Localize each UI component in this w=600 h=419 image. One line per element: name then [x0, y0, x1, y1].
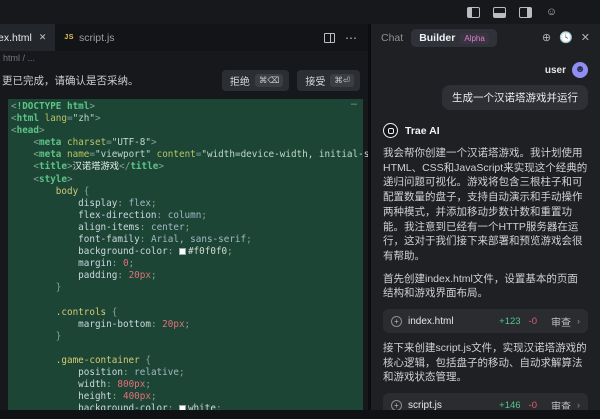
expand-file-icon[interactable]: + [391, 316, 402, 327]
deletions-count: -0 [529, 316, 537, 327]
tab-script-js[interactable]: JS script.js [55, 24, 123, 51]
tab-label: ex.html [0, 32, 32, 44]
tab-label: script.js [79, 32, 115, 44]
user-message-header: user ☻ [383, 62, 588, 78]
ai-chat-panel: Chat Builder Alpha ⊕ 🕓 ✕ user ☻ 生成一个汉诺塔游… [371, 24, 600, 410]
javascript-file-icon: JS [64, 34, 74, 41]
account-icon[interactable]: ☺ [545, 6, 558, 19]
diff-review-bar: 更已完成，请确认是否采纳。 拒绝 ⌘⌫ 接受 ⌘⏎ [0, 66, 368, 95]
alpha-badge: Alpha [460, 33, 488, 44]
file-name: script.js [408, 400, 493, 410]
bottom-strip [0, 410, 600, 419]
app-window: ☺ ex.html ✕ JS script.js ⋯ html / ... [0, 0, 600, 419]
assistant-header: Trae AI [383, 123, 588, 138]
file-card-index-html[interactable]: + index.html +123 -0 审查 › [383, 309, 588, 333]
collapse-diff-icon[interactable]: – [351, 98, 357, 110]
breadcrumb[interactable]: html / ... [0, 51, 368, 66]
chat-header: Chat Builder Alpha ⊕ 🕓 ✕ [371, 24, 600, 52]
diff-review-message: 更已完成，请确认是否采纳。 [2, 73, 139, 88]
tab-builder[interactable]: Builder Alpha [411, 29, 497, 47]
new-chat-icon[interactable]: ⊕ [542, 33, 551, 44]
accept-button[interactable]: 接受 ⌘⏎ [297, 70, 360, 91]
split-editor-icon[interactable] [324, 33, 335, 43]
expand-file-icon[interactable]: + [391, 400, 402, 410]
editor-tabbar: ex.html ✕ JS script.js ⋯ [0, 24, 368, 51]
user-avatar: ☻ [572, 62, 588, 78]
additions-count: +123 [499, 316, 520, 327]
reject-button[interactable]: 拒绝 ⌘⌫ [222, 70, 290, 91]
assistant-name: Trae AI [405, 125, 440, 137]
history-icon[interactable]: 🕓 [559, 33, 573, 44]
trae-ai-logo-icon [383, 123, 398, 138]
code-editor[interactable]: – <!DOCTYPE html><html lang="zh"><head> … [0, 95, 368, 410]
user-message-bubble: 生成一个汉诺塔游戏并运行 [442, 85, 588, 110]
close-tab-icon[interactable]: ✕ [39, 32, 47, 43]
toggle-bottom-panel-icon[interactable] [493, 7, 506, 18]
file-name: index.html [408, 316, 493, 327]
window-topbar: ☺ [0, 0, 600, 24]
additions-count: +146 [499, 400, 520, 410]
toggle-right-panel-icon[interactable] [519, 7, 532, 18]
toggle-left-panel-icon[interactable] [467, 7, 480, 18]
assistant-paragraph: 接下来创建script.js文件，实现汉诺塔游戏的核心逻辑，包括盘子的移动、自动… [383, 341, 588, 385]
tab-chat[interactable]: Chat [381, 32, 403, 44]
chevron-right-icon: › [577, 400, 580, 410]
review-link[interactable]: 审查 [551, 398, 571, 410]
deletions-count: -0 [529, 400, 537, 410]
more-actions-icon[interactable]: ⋯ [345, 33, 358, 43]
accept-shortcut: ⌘⏎ [330, 74, 354, 87]
chat-messages: user ☻ 生成一个汉诺塔游戏并运行 Trae AI 我会帮你创建一个汉诺塔游… [371, 52, 600, 410]
assistant-paragraph: 首先创建index.html文件，设置基本的页面结构和游戏界面布局。 [383, 272, 588, 301]
editor-pane: ex.html ✕ JS script.js ⋯ html / ... 更已完成… [0, 24, 368, 410]
code-lines: <!DOCTYPE html><html lang="zh"><head> <m… [11, 101, 363, 410]
review-link[interactable]: 审查 [551, 314, 571, 329]
diff-added-block: – <!DOCTYPE html><html lang="zh"><head> … [8, 99, 363, 410]
reject-shortcut: ⌘⌫ [255, 74, 284, 87]
chevron-right-icon: › [577, 316, 580, 326]
assistant-paragraph: 我会帮你创建一个汉诺塔游戏。我计划使用HTML、CSS和JavaScript来实… [383, 146, 588, 264]
user-name: user [545, 65, 566, 76]
file-card-script-js[interactable]: + script.js +146 -0 审查 › [383, 393, 588, 410]
tab-index-html[interactable]: ex.html ✕ [0, 24, 55, 51]
close-panel-icon[interactable]: ✕ [581, 33, 590, 44]
